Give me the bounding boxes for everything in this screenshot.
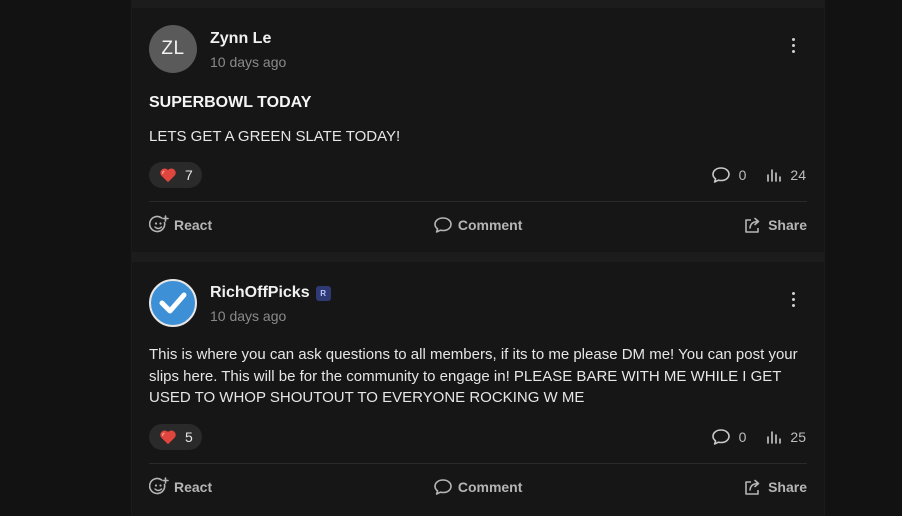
comment-button[interactable]: Comment <box>433 216 523 234</box>
post-timestamp: 10 days ago <box>210 54 287 70</box>
react-label: React <box>174 479 213 495</box>
share-label: Share <box>768 217 807 233</box>
post-stats: 0 25 <box>711 428 806 446</box>
reaction-pill[interactable]: 7 <box>149 162 202 188</box>
post-card: ZL Zynn Le 10 days ago SUPERBOWL TODAY L… <box>132 8 824 252</box>
avatar-initials: ZL <box>161 38 185 59</box>
post-card: RichOffPicks R 10 days ago This is where… <box>132 262 824 516</box>
checkmark-icon <box>158 290 188 316</box>
smiley-plus-icon <box>149 477 169 497</box>
speech-bubble-icon <box>711 166 731 184</box>
comment-count: 0 <box>738 429 747 445</box>
post-timestamp: 10 days ago <box>210 308 287 324</box>
vertical-ellipsis-icon[interactable] <box>790 38 796 53</box>
comment-stat[interactable]: 0 <box>711 428 747 446</box>
share-arrow-icon <box>743 478 763 496</box>
vertical-ellipsis-icon[interactable] <box>790 292 796 307</box>
author-name[interactable]: RichOffPicks R <box>210 284 331 302</box>
view-stat: 24 <box>766 167 806 183</box>
divider <box>149 201 807 202</box>
view-count: 25 <box>790 429 806 445</box>
post-actions: React Comment Share <box>149 475 807 499</box>
avatar[interactable]: ZL <box>149 25 197 73</box>
react-button[interactable]: React <box>149 477 212 497</box>
author-name-label: RichOffPicks <box>210 284 310 301</box>
share-button[interactable]: Share <box>743 216 807 234</box>
post-body: LETS GET A GREEN SLATE TODAY! <box>149 128 401 145</box>
reaction-count: 7 <box>185 167 193 183</box>
share-label: Share <box>768 479 807 495</box>
post-body: This is where you can ask questions to a… <box>149 346 798 406</box>
react-button[interactable]: React <box>149 215 212 235</box>
smiley-plus-icon <box>149 215 169 235</box>
bar-chart-icon <box>766 167 782 183</box>
avatar[interactable] <box>149 279 197 327</box>
comment-label: Comment <box>457 217 523 233</box>
heart-icon <box>159 167 177 183</box>
reaction-pill[interactable]: 5 <box>149 424 202 450</box>
role-badge: R <box>315 285 331 301</box>
post-title: SUPERBOWL TODAY <box>149 94 312 111</box>
comment-button[interactable]: Comment <box>433 478 523 496</box>
author-name-label: Zynn Le <box>210 30 272 47</box>
comment-count: 0 <box>738 167 747 183</box>
speech-bubble-icon <box>433 478 453 496</box>
speech-bubble-icon <box>433 216 453 234</box>
heart-icon <box>159 429 177 445</box>
view-count: 24 <box>790 167 806 183</box>
bar-chart-icon <box>766 429 782 445</box>
author-name[interactable]: Zynn Le <box>210 30 271 48</box>
share-button[interactable]: Share <box>743 478 807 496</box>
post-actions: React Comment Share <box>149 213 807 237</box>
divider <box>149 463 807 464</box>
reaction-count: 5 <box>185 429 193 445</box>
comment-label: Comment <box>457 479 523 495</box>
comment-stat[interactable]: 0 <box>711 166 747 184</box>
post-stats: 0 24 <box>711 166 806 184</box>
speech-bubble-icon <box>711 428 731 446</box>
share-arrow-icon <box>743 216 763 234</box>
react-label: React <box>174 217 213 233</box>
view-stat: 25 <box>766 429 806 445</box>
